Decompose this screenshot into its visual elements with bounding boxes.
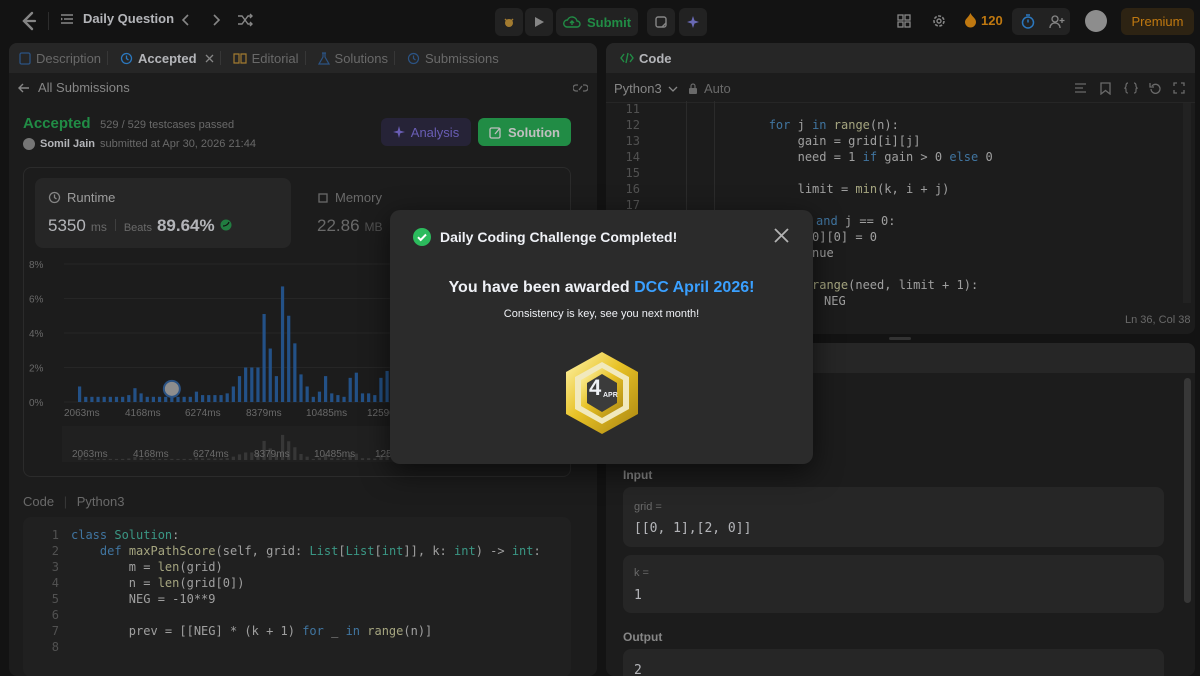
- award-name[interactable]: DCC April 2026!: [634, 279, 754, 296]
- daily-challenge-modal: Daily Coding Challenge Completed! You ha…: [390, 210, 813, 464]
- badge-hexagon-icon: [566, 352, 638, 434]
- badge-number: 4: [589, 375, 602, 400]
- modal-title: Daily Coding Challenge Completed!: [440, 229, 678, 245]
- award-line: You have been awarded DCC April 2026!: [390, 279, 813, 297]
- check-circle-icon: [413, 228, 431, 246]
- award-prefix: You have been awarded: [448, 279, 635, 296]
- dcc-badge: 4 APR: [563, 350, 641, 436]
- close-icon[interactable]: [774, 228, 789, 243]
- badge-month: APR: [603, 392, 618, 399]
- modal-subtitle: Consistency is key, see you next month!: [503, 308, 700, 320]
